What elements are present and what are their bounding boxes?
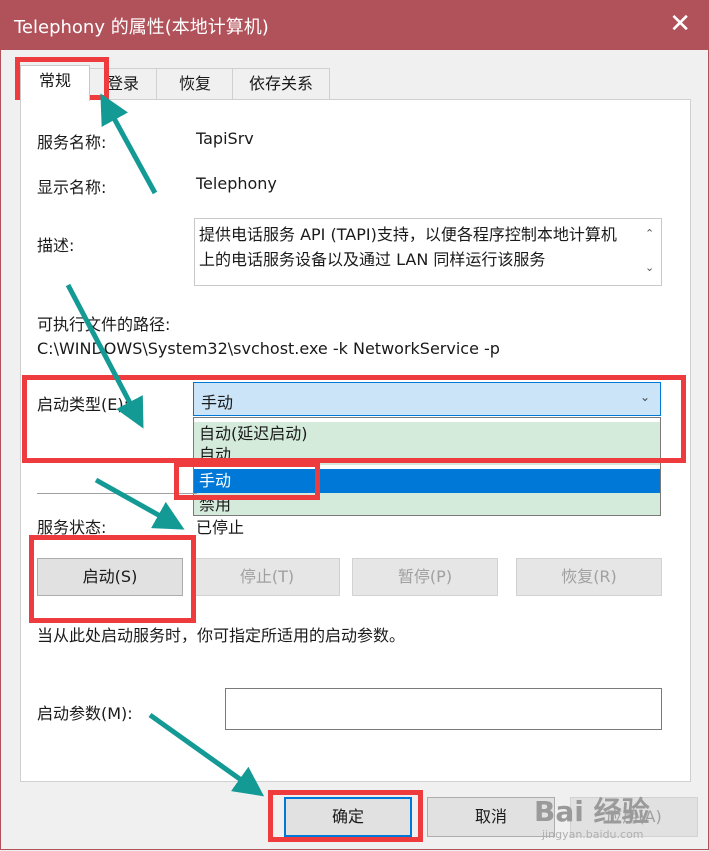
path-value: C:\WINDOWS\System32\svchost.exe -k Netwo… xyxy=(37,339,500,358)
start-params-input[interactable] xyxy=(225,688,662,730)
tab-dependencies[interactable]: 依存关系 xyxy=(232,68,330,99)
option-disabled[interactable]: 禁用 xyxy=(194,493,660,515)
startup-type-value: 手动 xyxy=(201,393,234,412)
chevron-down-icon: ⌄ xyxy=(639,390,650,404)
start-params-hint: 当从此处启动服务时，你可指定所适用的启动参数。 xyxy=(37,626,406,645)
apply-button[interactable]: 应用(A) xyxy=(570,797,698,837)
service-name-label: 服务名称: xyxy=(37,133,107,152)
stop-button[interactable]: 停止(T) xyxy=(194,558,340,596)
tab-recovery[interactable]: 恢复 xyxy=(156,68,234,99)
description-label: 描述: xyxy=(37,236,75,255)
tab-logon[interactable]: 登录 xyxy=(88,68,158,99)
start-params-label: 启动参数(M): xyxy=(37,704,133,723)
path-label: 可执行文件的路径: xyxy=(37,315,171,334)
startup-type-label: 启动类型(E): xyxy=(37,395,129,414)
option-auto[interactable]: 自动 xyxy=(194,443,660,465)
cancel-button[interactable]: 取消 xyxy=(427,797,555,837)
window-title: Telephony 的属性(本地计算机) xyxy=(14,17,269,38)
option-manual[interactable]: 手动 xyxy=(194,469,660,493)
startup-type-select[interactable]: 手动 ⌄ xyxy=(193,382,661,416)
resume-button[interactable]: 恢复(R) xyxy=(516,558,662,596)
service-status-label: 服务状态: xyxy=(37,518,107,537)
display-name-label: 显示名称: xyxy=(37,178,107,197)
display-name-value: Telephony xyxy=(196,174,277,193)
scroll-down-icon[interactable]: ⌄ xyxy=(645,261,654,274)
description-scrollbar[interactable]: ⌃ ⌄ xyxy=(641,219,661,283)
title-bar: Telephony 的属性(本地计算机) ✕ xyxy=(0,0,709,50)
startup-type-dropdown: 自动(延迟启动) 自动 手动 禁用 xyxy=(193,417,661,516)
start-button[interactable]: 启动(S) xyxy=(37,558,183,596)
service-name-value: TapiSrv xyxy=(196,129,254,148)
tab-general[interactable]: 常规 xyxy=(20,65,90,101)
pause-button[interactable]: 暂停(P) xyxy=(352,558,498,596)
service-status-value: 已停止 xyxy=(196,518,245,537)
ok-button[interactable]: 确定 xyxy=(284,797,412,837)
close-icon[interactable]: ✕ xyxy=(669,9,691,39)
description-text: 提供电话服务 API (TAPI)支持，以便各程序控制本地计算机上的电话服务设备… xyxy=(199,225,617,269)
separator xyxy=(37,493,197,494)
scroll-up-icon[interactable]: ⌃ xyxy=(645,227,654,240)
description-box[interactable]: 提供电话服务 API (TAPI)支持，以便各程序控制本地计算机上的电话服务设备… xyxy=(194,218,662,286)
